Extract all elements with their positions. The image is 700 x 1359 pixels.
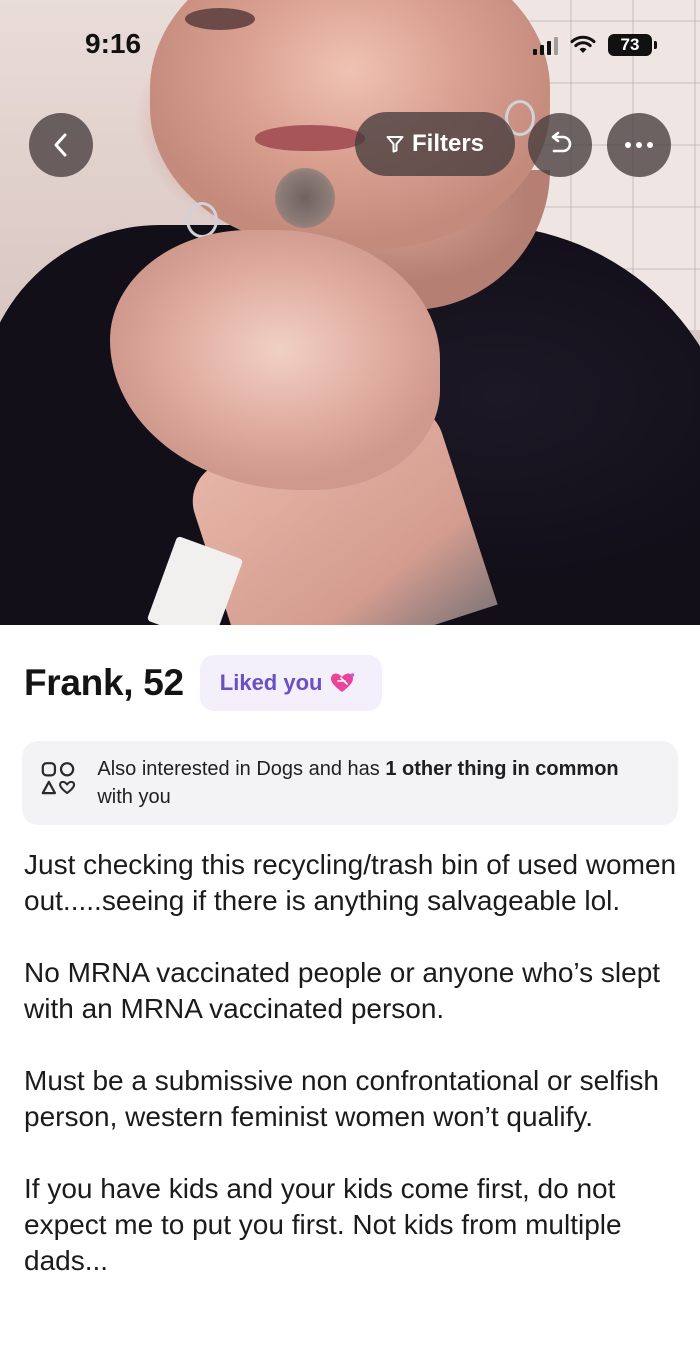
bio-paragraph: Just checking this recycling/trash bin o… — [24, 849, 677, 916]
photo-goatee — [275, 168, 335, 228]
battery-icon: 73 — [608, 34, 657, 56]
undo-icon — [551, 131, 572, 153]
funnel-icon — [386, 136, 404, 153]
liked-you-badge: Liked you — [199, 655, 383, 711]
photo-earring-left — [186, 202, 218, 238]
profile-name-age: Frank, 52 — [24, 662, 184, 703]
filters-label: Filters — [411, 130, 485, 157]
profile-details: Frank, 52 Liked you Also interested in D… — [0, 625, 700, 1359]
filters-button[interactable]: Filters — [355, 112, 515, 176]
signal-icon — [533, 35, 558, 55]
status-time: 9:16 — [85, 28, 142, 59]
undo-button[interactable] — [528, 113, 592, 177]
profile-screen: 9:16 73 Filters Frank, 52 Liked you Also… — [0, 0, 700, 1359]
common-interests-text: Also interested in Dogs and has 1 other … — [97, 755, 658, 811]
profile-photo[interactable] — [0, 0, 700, 625]
more-options-button[interactable] — [607, 113, 671, 177]
profile-bio: Just checking this recycling/trash bin o… — [24, 847, 680, 1315]
bio-paragraph: No MRNA vaccinated people or anyone who’… — [24, 957, 661, 1024]
more-horizontal-icon — [625, 142, 653, 148]
shapes-icon — [41, 762, 76, 795]
back-button[interactable] — [29, 113, 93, 177]
common-suffix: with you — [97, 786, 171, 808]
bio-paragraph: If you have kids and your kids come firs… — [24, 1173, 622, 1276]
heart-sparkle-icon — [331, 673, 355, 692]
status-icons: 73 — [533, 30, 657, 60]
battery-level: 73 — [620, 35, 640, 54]
photo-mouth — [255, 125, 365, 151]
bio-paragraph: Must be a submissive non confrontational… — [24, 1065, 659, 1132]
common-prefix: Also interested in Dogs and has — [97, 758, 386, 780]
wifi-icon — [570, 35, 596, 53]
common-highlight: 1 other thing in common — [385, 758, 619, 780]
name-row: Frank, 52 Liked you — [24, 655, 383, 711]
chevron-left-icon — [54, 133, 67, 157]
status-bar: 9:16 73 — [0, 0, 700, 90]
liked-you-label: Liked you — [219, 670, 323, 695]
common-interests-box: Also interested in Dogs and has 1 other … — [22, 741, 678, 825]
